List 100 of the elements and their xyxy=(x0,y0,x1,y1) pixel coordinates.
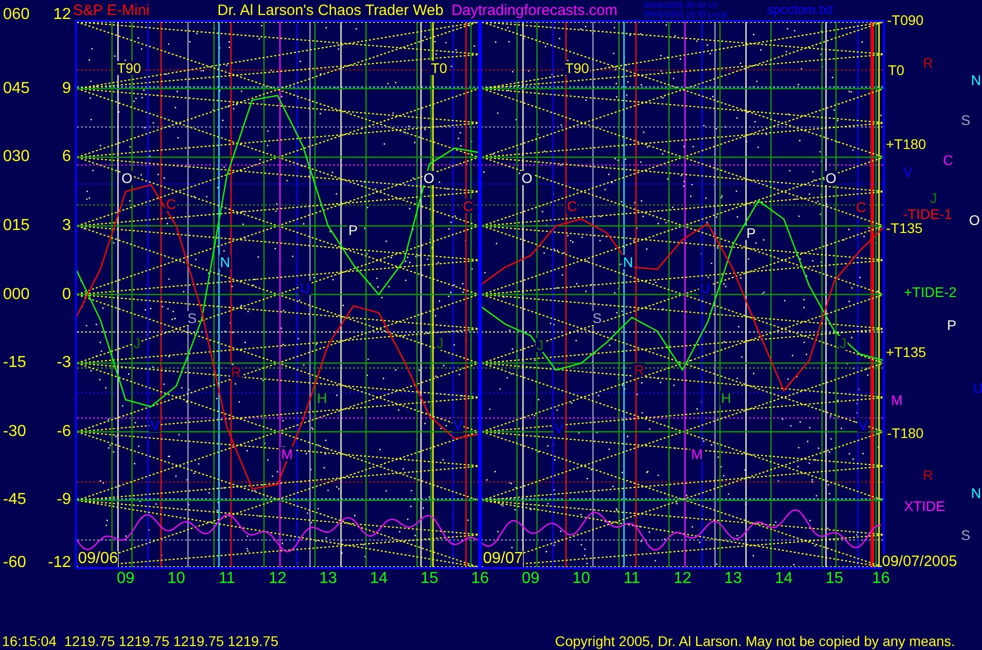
x-axis-label: 16 xyxy=(872,571,890,587)
right-legend-label: N xyxy=(971,73,982,87)
right-legend-label: C xyxy=(943,153,954,167)
chart-marker-label: O xyxy=(120,171,134,185)
right-legend-label: -T090 xyxy=(887,13,924,27)
y-axis-label: -15 xyxy=(3,355,26,372)
chart-marker-label: J xyxy=(536,338,544,352)
site-title: Dr. Al Larson's Chaos Trader Web xyxy=(217,3,444,18)
date-label: 09/06 xyxy=(78,551,118,567)
chart-marker-label: R xyxy=(230,365,242,379)
chart-marker-label: V xyxy=(553,421,565,435)
x-axis-label: 12 xyxy=(268,571,286,587)
y-axis-label: -45 xyxy=(3,492,26,508)
y-axis-label: -6 xyxy=(56,424,71,440)
y-axis-label: 3 xyxy=(62,218,71,234)
symbol-title: S&P E-Mini xyxy=(73,3,150,18)
site-url: Daytradingforecasts.com xyxy=(451,3,618,18)
x-axis-label: 14 xyxy=(774,571,793,587)
right-legend-label: +T180 xyxy=(886,137,926,151)
right-legend-label: S xyxy=(961,113,970,127)
chart-marker-label: P xyxy=(745,226,757,240)
chart-marker-label: T90 xyxy=(116,61,142,75)
x-axis-label: 10 xyxy=(572,571,590,587)
chart-marker-label: J xyxy=(838,336,848,350)
right-legend-label: R xyxy=(923,468,934,482)
series-legend-label: -TIDE-1 xyxy=(903,207,952,221)
chart-marker-label: M xyxy=(280,447,294,461)
chart-marker-label: V xyxy=(857,418,869,432)
x-axis-label: 13 xyxy=(724,571,742,587)
y-axis-label: 015 xyxy=(3,218,30,234)
chart-marker-label: O xyxy=(422,171,436,185)
right-legend-label: U xyxy=(973,381,982,395)
chart-marker-label: S xyxy=(591,311,603,325)
y-axis-label: 9 xyxy=(62,80,71,97)
chart-marker-label: J xyxy=(436,336,444,350)
x-axis-label: 14 xyxy=(370,571,388,587)
x-axis-label: 09 xyxy=(116,571,135,587)
y-axis-label: 045 xyxy=(3,80,30,97)
file-name: spcctom.txt xyxy=(767,3,833,16)
right-legend-label: XTIDE xyxy=(904,499,946,513)
right-legend-label: J xyxy=(930,191,937,205)
chart-marker-label: U xyxy=(298,281,312,295)
chart-marker-label: C xyxy=(854,200,868,214)
timestamp: 09/05/2005 20:30 UT xyxy=(643,1,720,10)
right-legend-label: -T135 xyxy=(886,221,923,235)
right-legend-label: P xyxy=(947,318,956,332)
right-legend-label: T0 xyxy=(888,63,904,77)
series-legend-label: +TIDE-2 xyxy=(904,285,957,299)
copyright-notice: Copyright 2005, Dr. Al Larson. May not be copied by any means. xyxy=(554,634,955,648)
y-axis-label: 6 xyxy=(62,149,71,166)
y-axis-label: 000 xyxy=(3,286,30,302)
right-legend-label: N xyxy=(971,486,982,500)
chart-marker-label: V xyxy=(149,418,161,432)
y-axis-label: -30 xyxy=(3,424,26,440)
y-axis-label: 060 xyxy=(3,7,30,23)
chart-marker-label: M xyxy=(690,447,704,461)
chart-marker-label: T0 xyxy=(430,61,448,75)
date-label: 09/07 xyxy=(483,551,524,567)
right-legend-label: V xyxy=(903,165,912,179)
x-axis-label: 16 xyxy=(471,571,489,587)
chart-marker-label: C xyxy=(462,199,474,213)
y-axis-label: 030 xyxy=(3,149,30,166)
y-axis-label: -60 xyxy=(3,555,26,571)
chart-marker-label: T90 xyxy=(564,61,590,75)
x-axis-label: 13 xyxy=(319,571,338,587)
chart-marker-label: J xyxy=(132,336,142,350)
right-legend-label: R xyxy=(923,56,934,70)
y-axis-label: 12 xyxy=(53,7,71,23)
chart-marker-label: V xyxy=(452,418,464,432)
right-legend-label: S xyxy=(961,528,970,542)
x-axis-label: 09 xyxy=(522,571,540,587)
timestamp: 09/05/2005 15:30 Local xyxy=(643,10,727,19)
quote-readout: 16:15:04 1219.75 1219.75 1219.75 1219.75 xyxy=(2,634,278,648)
right-legend-label: -T180 xyxy=(887,426,924,440)
chart-marker-label: O xyxy=(520,171,534,185)
chart-marker-label: H xyxy=(316,391,328,405)
y-axis-label: -3 xyxy=(56,355,71,372)
chart-marker-label: C xyxy=(164,197,178,211)
chart-marker-label: C xyxy=(566,199,578,213)
x-axis-label: 15 xyxy=(420,571,438,587)
chart-marker-label: O xyxy=(824,171,838,185)
date-label: 09/07/2005 xyxy=(882,554,958,569)
y-axis-label: -9 xyxy=(56,492,71,508)
chart-marker-label: P xyxy=(347,223,359,237)
right-legend-label: M xyxy=(891,393,903,407)
chart-marker-label: S xyxy=(186,311,198,325)
chart-marker-label: R xyxy=(632,363,646,377)
x-axis-label: 10 xyxy=(167,571,186,587)
chart-marker-label: N xyxy=(622,255,634,269)
right-legend-label: O xyxy=(969,213,980,227)
x-axis-label: 11 xyxy=(218,571,236,587)
chart-marker-label: N xyxy=(218,255,232,269)
y-axis-label: -12 xyxy=(48,555,71,571)
x-axis-label: 15 xyxy=(825,571,844,587)
right-legend-label: +T135 xyxy=(886,345,926,359)
chart-marker-label: H xyxy=(720,391,732,405)
chart-marker-label: U xyxy=(698,281,712,295)
x-axis-label: 12 xyxy=(674,571,692,587)
x-axis-label: 11 xyxy=(624,571,640,587)
y-axis-label: 0 xyxy=(62,286,71,302)
